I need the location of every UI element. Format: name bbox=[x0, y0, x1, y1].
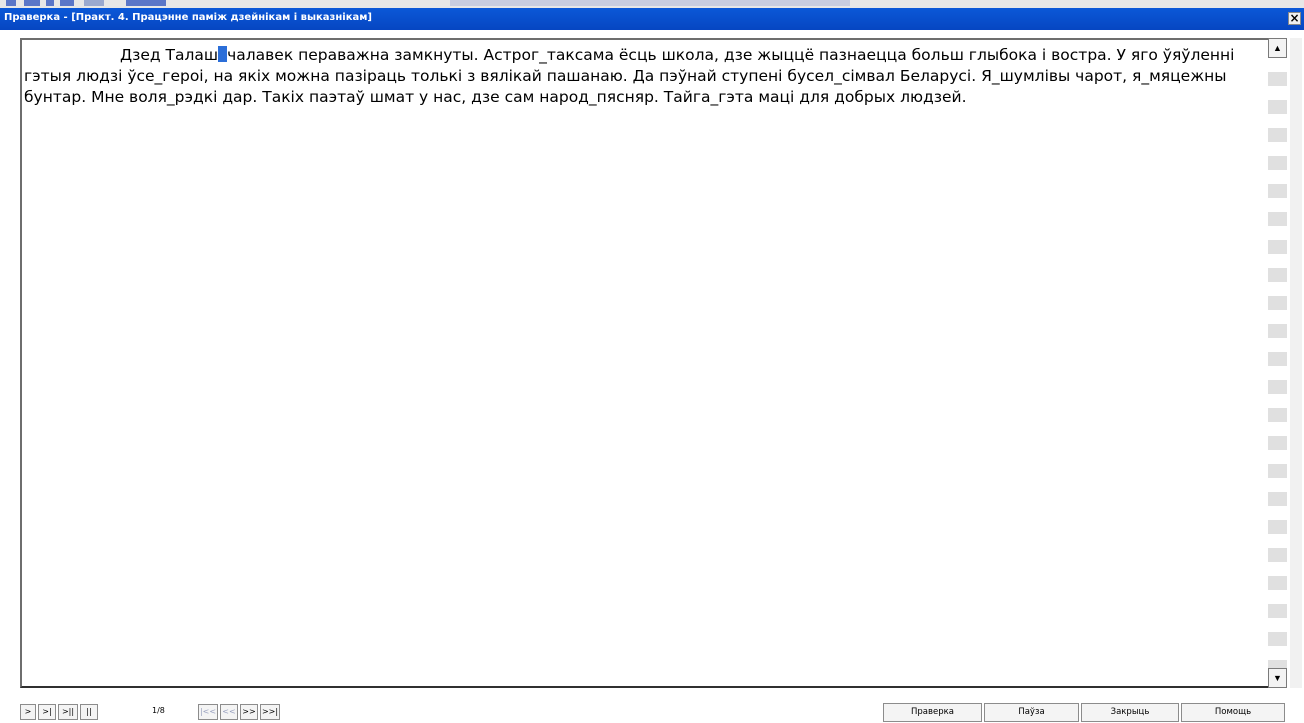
close-button[interactable]: Закрыць bbox=[1081, 703, 1179, 722]
play-to-end-button[interactable]: >| bbox=[38, 704, 56, 720]
close-window-button[interactable]: × bbox=[1288, 12, 1301, 25]
window-right-rail bbox=[1290, 38, 1302, 688]
window-titlebar: Праверка - [Практ. 4. Працэнне паміж дзе… bbox=[0, 8, 1304, 30]
last-button[interactable]: >>| bbox=[260, 704, 280, 720]
first-button[interactable]: |<< bbox=[198, 704, 218, 720]
insertion-caret bbox=[218, 46, 228, 62]
window-title: Праверка - [Практ. 4. Працэнне паміж дзе… bbox=[4, 12, 372, 23]
next-button[interactable]: >> bbox=[240, 704, 258, 720]
scroll-down-icon[interactable]: ▼ bbox=[1268, 668, 1287, 688]
scroll-track[interactable] bbox=[1268, 58, 1287, 668]
play-button[interactable]: > bbox=[20, 704, 36, 720]
text-before-caret: Дзед Талаш bbox=[120, 46, 219, 64]
background-taskbar-strip bbox=[0, 0, 1304, 8]
vertical-scrollbar[interactable]: ▲ ▼ bbox=[1268, 38, 1287, 688]
help-button[interactable]: Помощь bbox=[1181, 703, 1285, 722]
check-button[interactable]: Праверка bbox=[883, 703, 982, 722]
scroll-up-icon[interactable]: ▲ bbox=[1268, 38, 1287, 58]
pause-icon[interactable]: || bbox=[80, 704, 98, 720]
play-segment-button[interactable]: >|| bbox=[58, 704, 78, 720]
sentence-counter: 1/8 bbox=[152, 706, 165, 715]
prev-button[interactable]: << bbox=[220, 704, 238, 720]
pause-button[interactable]: Паўза bbox=[984, 703, 1079, 722]
exercise-text[interactable]: Дзед Талаш чалавек пераважна замкнуты. Ас… bbox=[24, 45, 1260, 108]
bottom-toolbar: > >| >|| || 1/8 |<< << >> >>| Праверка П… bbox=[0, 692, 1304, 723]
document-text-area[interactable]: Дзед Талаш чалавек пераважна замкнуты. Ас… bbox=[20, 38, 1268, 688]
